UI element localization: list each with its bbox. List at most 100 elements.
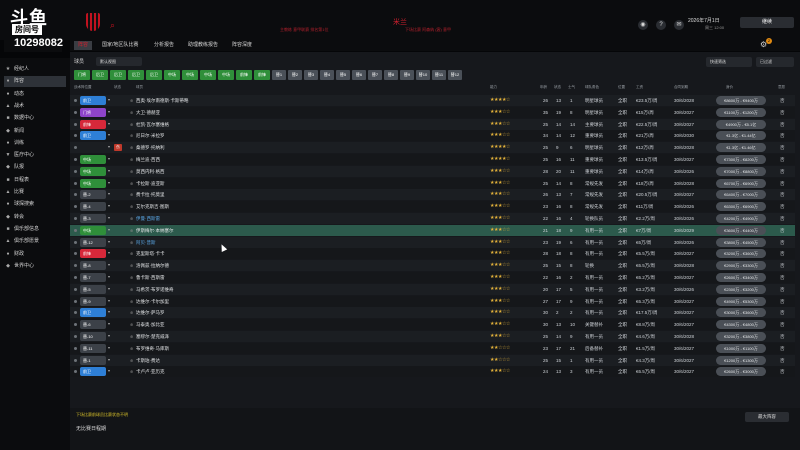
table-row[interactable]: 前卫 ▾ ⊕ 西奥·埃尔南德斯·卡斯蒂略 ★★★★☆ 26 13 1 明星球员 全职 €23.5万/… bbox=[70, 95, 795, 106]
position-selector[interactable]: 替-7 bbox=[80, 273, 106, 282]
row-select-dot[interactable] bbox=[74, 323, 77, 327]
chevron-down-icon[interactable]: ▾ bbox=[108, 156, 110, 161]
position-selector[interactable]: 前卫 bbox=[80, 367, 106, 377]
row-select-dot[interactable] bbox=[74, 287, 77, 291]
position-selector[interactable]: 替-1 bbox=[80, 355, 106, 365]
table-row[interactable]: 前卫 ▾ ⊕ 卡卢卢·亚历克 ★★★☆☆ 24 13 3 有用一员 全职 €6.5万/周 30/6/2… bbox=[70, 366, 795, 378]
chevron-down-icon[interactable]: ▾ bbox=[108, 144, 110, 149]
table-row[interactable]: 替-8 ▾ ⊕ 洛佩兹·拉纳尔德 ★★★☆☆ 25 15 8 轮换 全职 €6.5万/周 30/6/2… bbox=[70, 260, 795, 272]
position-chip[interactable]: 替7 bbox=[368, 70, 382, 80]
row-select-dot[interactable] bbox=[74, 110, 77, 114]
position-chip[interactable]: 前锋 bbox=[236, 70, 252, 80]
chevron-down-icon[interactable]: ▾ bbox=[108, 333, 110, 338]
chevron-down-icon[interactable]: ▾ bbox=[108, 168, 110, 173]
sidebar-item[interactable]: ● 财政 bbox=[4, 249, 66, 260]
table-row[interactable]: 替-10 ▾ ⊕ 塞缪尔·楚克威泽 ★★★☆☆ 25 14 9 有用一员 全职 €4.6万/周 30/… bbox=[70, 331, 795, 342]
position-chip[interactable]: 中场 bbox=[200, 70, 216, 80]
player-name[interactable]: 桑德罗·托纳利 bbox=[136, 142, 165, 153]
position-selector[interactable]: 替-10 bbox=[80, 332, 106, 341]
player-name[interactable]: 伊曼·西斯雷 bbox=[136, 213, 160, 224]
row-select-dot[interactable] bbox=[74, 122, 77, 126]
chevron-down-icon[interactable]: ▾ bbox=[108, 357, 110, 362]
sidebar-item[interactable]: ■ 日程表 bbox=[4, 175, 66, 186]
position-chip[interactable]: 前锋 bbox=[254, 70, 270, 80]
table-row[interactable]: 中场 ▾ ⊕ 莫西内利·格西 ★★★☆☆ 28 20 11 重要球员 全职 €14万/周 30/6/2… bbox=[70, 165, 795, 177]
tab-analysis[interactable]: 分析报告 bbox=[150, 41, 178, 50]
sidebar-item[interactable]: ◆ 队报 bbox=[4, 162, 66, 173]
row-select-dot[interactable] bbox=[74, 358, 77, 362]
table-row[interactable]: 替-1 ▾ ⊕ 卡斯珀·费达 ★★☆☆☆ 25 15 1 有用一员 全职 €4.3万/周 30/6/2… bbox=[70, 354, 795, 366]
player-name[interactable]: 杜凯·瓦尔塞维格 bbox=[136, 119, 169, 130]
row-select-dot[interactable] bbox=[74, 228, 77, 232]
chevron-down-icon[interactable]: ▾ bbox=[108, 203, 110, 208]
position-selector[interactable]: 替-12 bbox=[80, 237, 106, 247]
sidebar-item[interactable]: ● 动态 bbox=[4, 89, 66, 100]
chevron-down-icon[interactable]: ▾ bbox=[108, 345, 110, 350]
sidebar-item[interactable]: ■ 数据中心 bbox=[4, 113, 66, 124]
position-selector[interactable]: 中场 bbox=[80, 155, 106, 164]
player-name[interactable]: 阿贝·普斯 bbox=[136, 237, 156, 248]
position-selector[interactable]: 前锋 bbox=[80, 119, 106, 129]
globe-icon[interactable]: ◉ bbox=[638, 20, 648, 30]
chevron-down-icon[interactable]: ▾ bbox=[108, 286, 110, 291]
player-name[interactable]: 布罗维奇·马库斯 bbox=[136, 343, 169, 354]
position-chip[interactable]: 替6 bbox=[352, 70, 366, 80]
table-row[interactable]: 前卫 ▾ ⊕ 尼日尔·米拉罗 ★★★☆☆ 34 14 12 重要球员 全职 €21万/周 30/6/2… bbox=[70, 130, 795, 142]
sidebar-item[interactable]: ▲ 战术 bbox=[4, 101, 66, 112]
max-squad-button[interactable]: 最大阵容 bbox=[745, 412, 789, 422]
sidebar-item[interactable]: ▼ 医疗中心 bbox=[4, 150, 66, 161]
player-name[interactable]: 卡拉斯·迪亚斯 bbox=[136, 178, 165, 189]
header-wish[interactable]: 意愿 bbox=[778, 85, 785, 90]
player-name[interactable]: 达维尔·萨马罗 bbox=[136, 307, 165, 318]
header-cond[interactable]: 状态 bbox=[554, 85, 561, 90]
chevron-down-icon[interactable]: ▾ bbox=[108, 309, 110, 314]
position-selector[interactable]: 替-8 bbox=[80, 261, 106, 271]
header-ln[interactable]: 位置 bbox=[618, 85, 625, 90]
position-selector[interactable]: 替-11 bbox=[80, 343, 106, 353]
chevron-down-icon[interactable]: ▾ bbox=[108, 109, 110, 114]
tab-squad-depth[interactable]: 阵容深度 bbox=[228, 41, 256, 50]
sidebar-item[interactable]: ■ 俱乐部信息 bbox=[4, 224, 66, 235]
chevron-down-icon[interactable]: ▾ bbox=[108, 132, 110, 137]
header-position[interactable]: 战术阵位置 bbox=[74, 85, 92, 90]
row-select-dot[interactable] bbox=[74, 370, 77, 374]
table-row[interactable]: 门将 ▾ ⊕ 大卫·德赫亚 ★★★☆☆ 35 19 8 明星球员 全职 €15万/周 30/6/202… bbox=[70, 106, 795, 118]
position-selector[interactable]: 中场 bbox=[80, 166, 106, 176]
player-name[interactable]: 伊斯梅尔·本纳塞尔 bbox=[136, 225, 174, 236]
player-name[interactable]: 克里斯塔·卡卡 bbox=[136, 248, 165, 259]
position-chip[interactable]: 替2 bbox=[288, 70, 302, 80]
table-row[interactable]: ▾ 伤 ⊕ 桑德罗·托纳利 ★★★★☆ 25 9 6 明星球员 全职 €12万/周 30/6/2028… bbox=[70, 142, 795, 154]
tab-squad[interactable]: 阵容 bbox=[74, 41, 93, 50]
position-selector[interactable]: 前卫 bbox=[80, 131, 106, 141]
sidebar-item[interactable]: ▲ 俱乐部愿景 bbox=[4, 236, 66, 247]
position-chip[interactable]: 中场 bbox=[218, 70, 234, 80]
row-select-dot[interactable] bbox=[74, 181, 77, 185]
row-select-dot[interactable] bbox=[74, 335, 77, 338]
chevron-down-icon[interactable]: ▾ bbox=[108, 97, 110, 102]
table-row[interactable]: 替-2 ▾ ⊕ 费卡拉·托莫里 ★★★☆☆ 26 13 7 常规先发 全职 €20.5万/周 30/6… bbox=[70, 189, 795, 201]
chevron-down-icon[interactable]: ▾ bbox=[108, 274, 110, 279]
position-selector[interactable]: 前卫 bbox=[80, 96, 106, 105]
position-chip[interactable]: 替10 bbox=[416, 70, 430, 80]
game-date[interactable]: 2026年7月1日 bbox=[688, 17, 720, 24]
chevron-down-icon[interactable]: ▾ bbox=[108, 121, 110, 126]
position-selector[interactable]: 前锋 bbox=[80, 249, 106, 259]
view-select[interactable]: 默认视图 bbox=[96, 57, 142, 66]
player-name[interactable]: 西奥·埃尔南德斯·卡斯蒂略 bbox=[136, 95, 189, 106]
table-row[interactable]: 替-9 ▾ ⊕ 达维尔·卡尔加里 ★★★☆☆ 27 17 9 有用一员 全职 €6.3万/周 30/6… bbox=[70, 295, 795, 307]
position-chip[interactable]: 后卫 bbox=[146, 70, 162, 80]
sidebar-item[interactable]: ♦ 阵容 bbox=[4, 76, 66, 88]
player-name[interactable]: 卡斯珀·费达 bbox=[136, 355, 160, 366]
player-name[interactable]: 莫西内利·格西 bbox=[136, 166, 165, 177]
position-selector[interactable]: 替-3 bbox=[80, 214, 106, 223]
filtered-button[interactable]: 已过滤 bbox=[756, 57, 794, 67]
row-select-dot[interactable] bbox=[74, 264, 77, 268]
continue-button[interactable]: 继续 bbox=[740, 17, 794, 28]
row-select-dot[interactable] bbox=[74, 252, 77, 256]
header-age[interactable]: 年龄 bbox=[540, 85, 547, 90]
table-row[interactable]: 替-5 ▾ ⊕ 马希茨·布罗诺维奇 ★★★☆☆ 20 17 5 有用一员 全职 €3.2万/周 30/… bbox=[70, 283, 795, 295]
sidebar-item[interactable]: ◆ 新闻 bbox=[4, 126, 66, 137]
squad-label[interactable]: 球员 bbox=[74, 58, 84, 65]
player-name[interactable]: 费卡拉·托莫里 bbox=[136, 189, 165, 200]
player-name[interactable]: 马泰奥·加比亚 bbox=[136, 319, 165, 330]
